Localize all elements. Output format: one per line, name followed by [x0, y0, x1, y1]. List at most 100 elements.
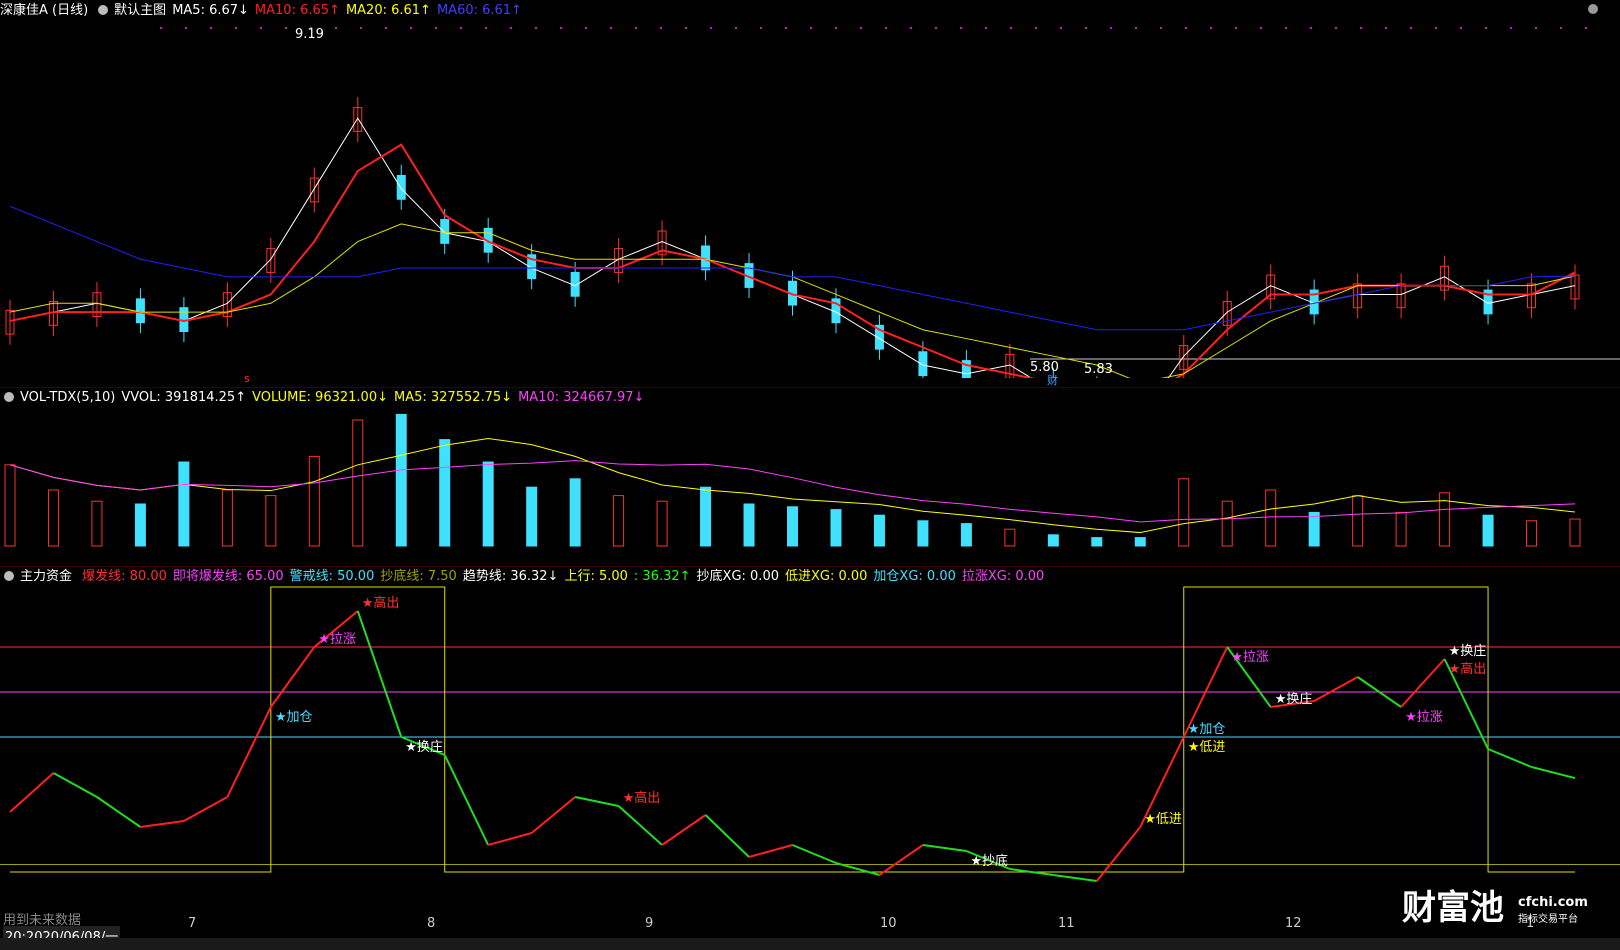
volume-bar: [569, 478, 581, 547]
volume-bar: [1308, 511, 1320, 547]
volume-pane: VOL-TDX(5,10) VVOL: 391814.25↑ VOLUME: 963…: [0, 388, 1620, 566]
volume-chart: [4, 413, 1581, 547]
svg-text:财富池: 财富池: [1402, 888, 1504, 928]
signal-label: ★抄底: [970, 853, 1008, 869]
top-dot: [1160, 27, 1162, 29]
volume-bar: [395, 413, 407, 547]
volume-bar: [134, 503, 146, 547]
cai-marker[interactable]: 财: [1047, 372, 1058, 388]
volume-bar: [1265, 489, 1277, 547]
trend-line-segment: [9, 772, 55, 813]
volume-bar: [178, 461, 190, 547]
trend-line-segment: [574, 796, 619, 807]
top-dot: [760, 27, 762, 29]
volume-bar: [265, 495, 277, 547]
bottom-toolbar[interactable]: [0, 938, 1620, 950]
top-dot: [435, 27, 437, 29]
price-chart: [5, 27, 1620, 378]
signal-label: ★低进: [1188, 740, 1226, 755]
volume-bar: [352, 419, 364, 547]
top-dot: [935, 27, 937, 29]
trend-line-segment: [661, 814, 707, 846]
trend-line-segment: [270, 646, 316, 708]
top-dot: [185, 27, 187, 29]
volume-bar: [700, 486, 712, 547]
volume-bar: [1221, 500, 1233, 547]
candle-body: [440, 219, 450, 244]
top-dot: [460, 27, 462, 29]
candle-body: [396, 174, 406, 200]
trend-line-segment: [487, 832, 532, 846]
top-dot: [635, 27, 637, 29]
top-dot: [1060, 27, 1062, 29]
top-dot: [960, 27, 962, 29]
top-dot: [210, 27, 212, 29]
indicator-chart: ★高出 ★换庄 ★拉涨 ★加仓 ★高出 ★抄底 ★低进 ★低进 ★加仓 ★拉涨 ★换庄 ★拉涨 ★换庄 ★…: [0, 586, 1620, 931]
top-dot: [1285, 27, 1287, 29]
volume-bar: [1395, 511, 1407, 547]
x-axis-tick: 9: [645, 916, 653, 931]
top-dot: [260, 27, 262, 29]
trend-line-segment: [1400, 658, 1446, 708]
trend-line-segment: [1313, 676, 1359, 702]
top-dot: [1035, 27, 1037, 29]
volume-bar: [1047, 534, 1059, 547]
top-dot: [785, 27, 787, 29]
top-dot: [910, 27, 912, 29]
top-dot: [160, 27, 162, 29]
signal-label: ★加仓: [275, 710, 313, 725]
trend-line-segment: [226, 706, 272, 798]
signal-label: ★高出: [362, 595, 400, 611]
trend-line-segment: [52, 772, 98, 798]
top-dot: [1210, 27, 1212, 29]
svg-text:指标交易平台: 指标交易平台: [1518, 912, 1578, 925]
svg-text:cfchi.com: cfchi.com: [1518, 895, 1588, 910]
top-dot: [1110, 27, 1112, 29]
top-dot: [835, 27, 837, 29]
top-dot: [535, 27, 537, 29]
volume-bar: [91, 500, 103, 547]
volume-bar: [526, 486, 538, 547]
high-price-label: 9.19: [295, 27, 324, 42]
top-dot: [710, 27, 712, 29]
s-marker[interactable]: s: [244, 372, 250, 385]
trend-line-segment: [443, 754, 490, 846]
trend-line-segment: [356, 610, 403, 738]
signal-label: ★加仓: [1188, 722, 1226, 737]
trend-line-segment: [96, 796, 141, 828]
low-marker-label: 5.83: [1084, 362, 1113, 377]
regime-step-line: [10, 586, 1575, 873]
trend-line-segment: [140, 820, 185, 828]
top-dot: [1010, 27, 1012, 29]
volume-bar: [830, 509, 842, 547]
signal-label: ★拉涨: [318, 632, 356, 647]
signal-label: ★低进: [1144, 812, 1182, 827]
top-dot: [1260, 27, 1262, 29]
top-dot: [510, 27, 512, 29]
top-dot: [485, 27, 487, 29]
top-dot: [1135, 27, 1137, 29]
x-axis-tick: 10: [880, 916, 897, 931]
top-dot: [1360, 27, 1362, 29]
trend-line-segment: [1096, 826, 1142, 882]
top-dot: [610, 27, 612, 29]
volume-bar: [482, 461, 494, 547]
trend-line-segment: [878, 844, 924, 876]
ma-line-ma10: [9, 143, 1576, 378]
volume-bar: [613, 495, 625, 547]
top-dot: [285, 27, 287, 29]
candle-body: [135, 298, 145, 324]
x-axis-tick: 7: [188, 916, 196, 931]
volume-bar: [1004, 528, 1016, 547]
signal-label: ★换庄: [1449, 643, 1487, 659]
trend-line-segment: [617, 805, 663, 846]
signal-label: ★拉涨: [1231, 650, 1269, 665]
trend-line-segment: [704, 814, 750, 858]
signal-label: ★换庄: [1275, 691, 1313, 707]
trend-line-segment: [1053, 874, 1097, 882]
volume-bar: [1569, 518, 1581, 547]
volume-bar: [1134, 537, 1146, 547]
volume-bar: [787, 506, 798, 547]
top-dot: [1310, 27, 1312, 29]
top-dot: [735, 27, 737, 29]
